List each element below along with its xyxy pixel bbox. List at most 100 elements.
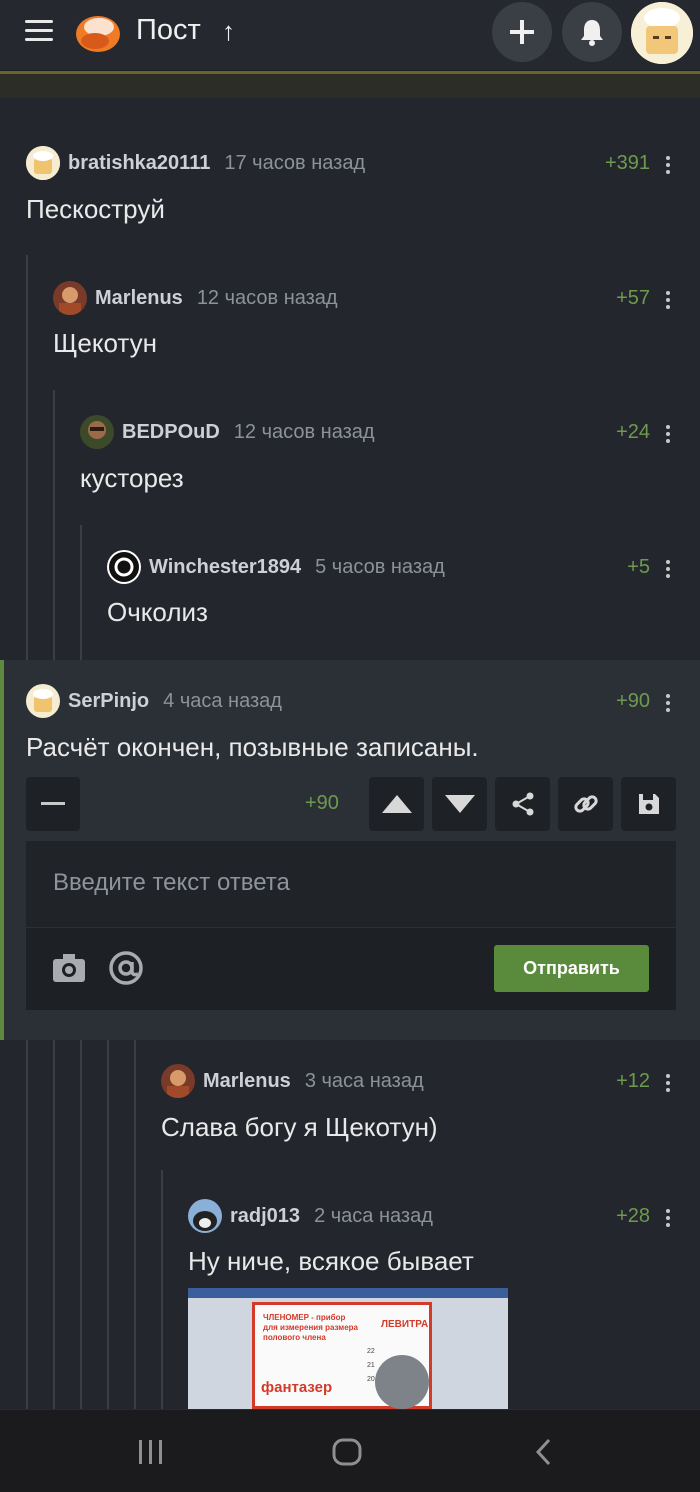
comment-author[interactable]: bratishka20111 [68, 152, 210, 175]
top-bar: Пост ↑ [0, 0, 700, 71]
avatar[interactable] [26, 146, 60, 180]
comment-time: 12 часов назад [196, 286, 338, 309]
avatar[interactable] [161, 1064, 195, 1098]
comment-author[interactable]: Winchester1894 [149, 556, 301, 579]
avatar-image [631, 2, 693, 64]
thread-line [161, 1170, 163, 1409]
thread-line [53, 1040, 55, 1409]
image-caption: полового члена [263, 1333, 326, 1342]
avatar[interactable] [107, 550, 141, 584]
comment-header: SerPinjo 4 часа назад [26, 684, 282, 718]
comment-text: кусторез [80, 463, 184, 493]
thread-line [80, 1040, 82, 1409]
thread-line [107, 1040, 109, 1409]
avatar[interactable] [80, 415, 114, 449]
comment-time: 3 часа назад [304, 1069, 424, 1092]
comment-rating: +12 [616, 1070, 650, 1092]
comment-text: Ну ниче, всякое бывает [188, 1246, 474, 1276]
logo[interactable] [73, 8, 123, 54]
mention-icon[interactable] [108, 950, 144, 986]
action-rating: +90 [305, 792, 339, 814]
more-icon[interactable] [666, 153, 672, 177]
image-circle [375, 1355, 429, 1409]
comment-rating: +28 [616, 1205, 650, 1227]
more-icon[interactable] [666, 422, 672, 446]
recent-apps-icon[interactable] [137, 1440, 165, 1464]
comment-text: Расчёт окончен, позывные записаны. [26, 732, 479, 762]
user-avatar[interactable] [631, 2, 693, 64]
tick-label: 20 [367, 1376, 375, 1383]
image-ticks: 22 21 20 [367, 1345, 375, 1387]
send-button[interactable]: Отправить [494, 945, 649, 992]
arrow-down-icon [444, 795, 475, 813]
minus-icon [41, 802, 65, 805]
more-icon[interactable] [666, 691, 672, 715]
image-box: ЧЛЕНОМЕР - прибор для измерения размера … [252, 1302, 432, 1409]
thread-line [53, 390, 55, 660]
comment-time: 17 часов назад [224, 151, 366, 174]
avatar[interactable] [53, 281, 87, 315]
home-icon[interactable] [332, 1438, 362, 1466]
more-icon[interactable] [666, 557, 672, 581]
comment-author[interactable]: BEDPOuD [122, 421, 220, 444]
thread-line [26, 255, 28, 660]
comment-time: 12 часов назад [233, 420, 375, 443]
comment-author[interactable]: Marlenus [95, 287, 183, 310]
bell-icon [581, 20, 603, 46]
add-button[interactable] [492, 2, 552, 62]
comment-header: Winchester1894 5 часов назад [107, 550, 445, 584]
tick-label: 22 [367, 1348, 375, 1355]
more-icon[interactable] [666, 1071, 672, 1095]
arrow-up-icon [381, 795, 412, 813]
comment-text: Слава богу я Щекотун) [161, 1112, 438, 1142]
link-icon [573, 795, 598, 813]
comment-rating: +391 [604, 152, 650, 174]
comment-text: Очколиз [107, 597, 208, 627]
tick-label: 21 [367, 1362, 375, 1369]
comment-header: Marlenus 12 часов назад [53, 281, 338, 315]
comment-header: Marlenus 3 часа назад [161, 1064, 424, 1098]
reply-input[interactable]: Введите текст ответа [26, 841, 676, 927]
banner-strip [0, 71, 700, 98]
comment-author[interactable]: Marlenus [203, 1070, 291, 1093]
comment-author[interactable]: radj013 [230, 1205, 300, 1228]
thread-line [26, 1040, 28, 1409]
image-caption: для измерения размера [263, 1323, 359, 1332]
comment-text: Пескоструй [26, 194, 165, 224]
comment-time: 4 часа назад [163, 689, 282, 712]
more-icon[interactable] [666, 1206, 672, 1230]
comment-rating: +24 [616, 421, 650, 443]
image-caption: ЧЛЕНОМЕР - прибор [263, 1313, 346, 1322]
more-icon[interactable] [666, 288, 672, 312]
save-button[interactable] [621, 777, 676, 831]
comment-header: BEDPOuD 12 часов назад [80, 415, 375, 449]
camera-icon[interactable] [52, 953, 86, 983]
downvote-button[interactable] [432, 777, 487, 831]
comment-time: 5 часов назад [315, 555, 445, 578]
collapse-button[interactable] [26, 777, 80, 831]
page-title: Пост [136, 14, 201, 46]
image-label: фантазер [261, 1379, 333, 1396]
share-button[interactable] [495, 777, 550, 831]
notifications-button[interactable] [562, 2, 622, 62]
arrow-up-icon[interactable]: ↑ [222, 16, 235, 47]
thread-line [134, 1040, 136, 1409]
comment-rating: +57 [616, 287, 650, 309]
plus-icon [510, 20, 534, 44]
link-button[interactable] [558, 777, 613, 831]
comment-author[interactable]: SerPinjo [68, 690, 149, 713]
comment-text: Щекотун [53, 328, 157, 358]
save-icon [638, 794, 659, 814]
comment-rating: +5 [627, 556, 650, 578]
menu-icon[interactable] [25, 20, 53, 42]
comment-image[interactable]: ЧЛЕНОМЕР - прибор для измерения размера … [188, 1288, 508, 1409]
image-brand: ЛЕВИТРА [381, 1319, 429, 1330]
comment-header: bratishka20111 17 часов назад [26, 146, 365, 180]
avatar[interactable] [188, 1199, 222, 1233]
avatar[interactable] [26, 684, 60, 718]
share-icon [512, 792, 533, 816]
reply-placeholder: Введите текст ответа [53, 869, 290, 896]
back-icon[interactable] [534, 1438, 552, 1466]
comment-header: radj013 2 часа назад [188, 1199, 433, 1233]
upvote-button[interactable] [369, 777, 424, 831]
